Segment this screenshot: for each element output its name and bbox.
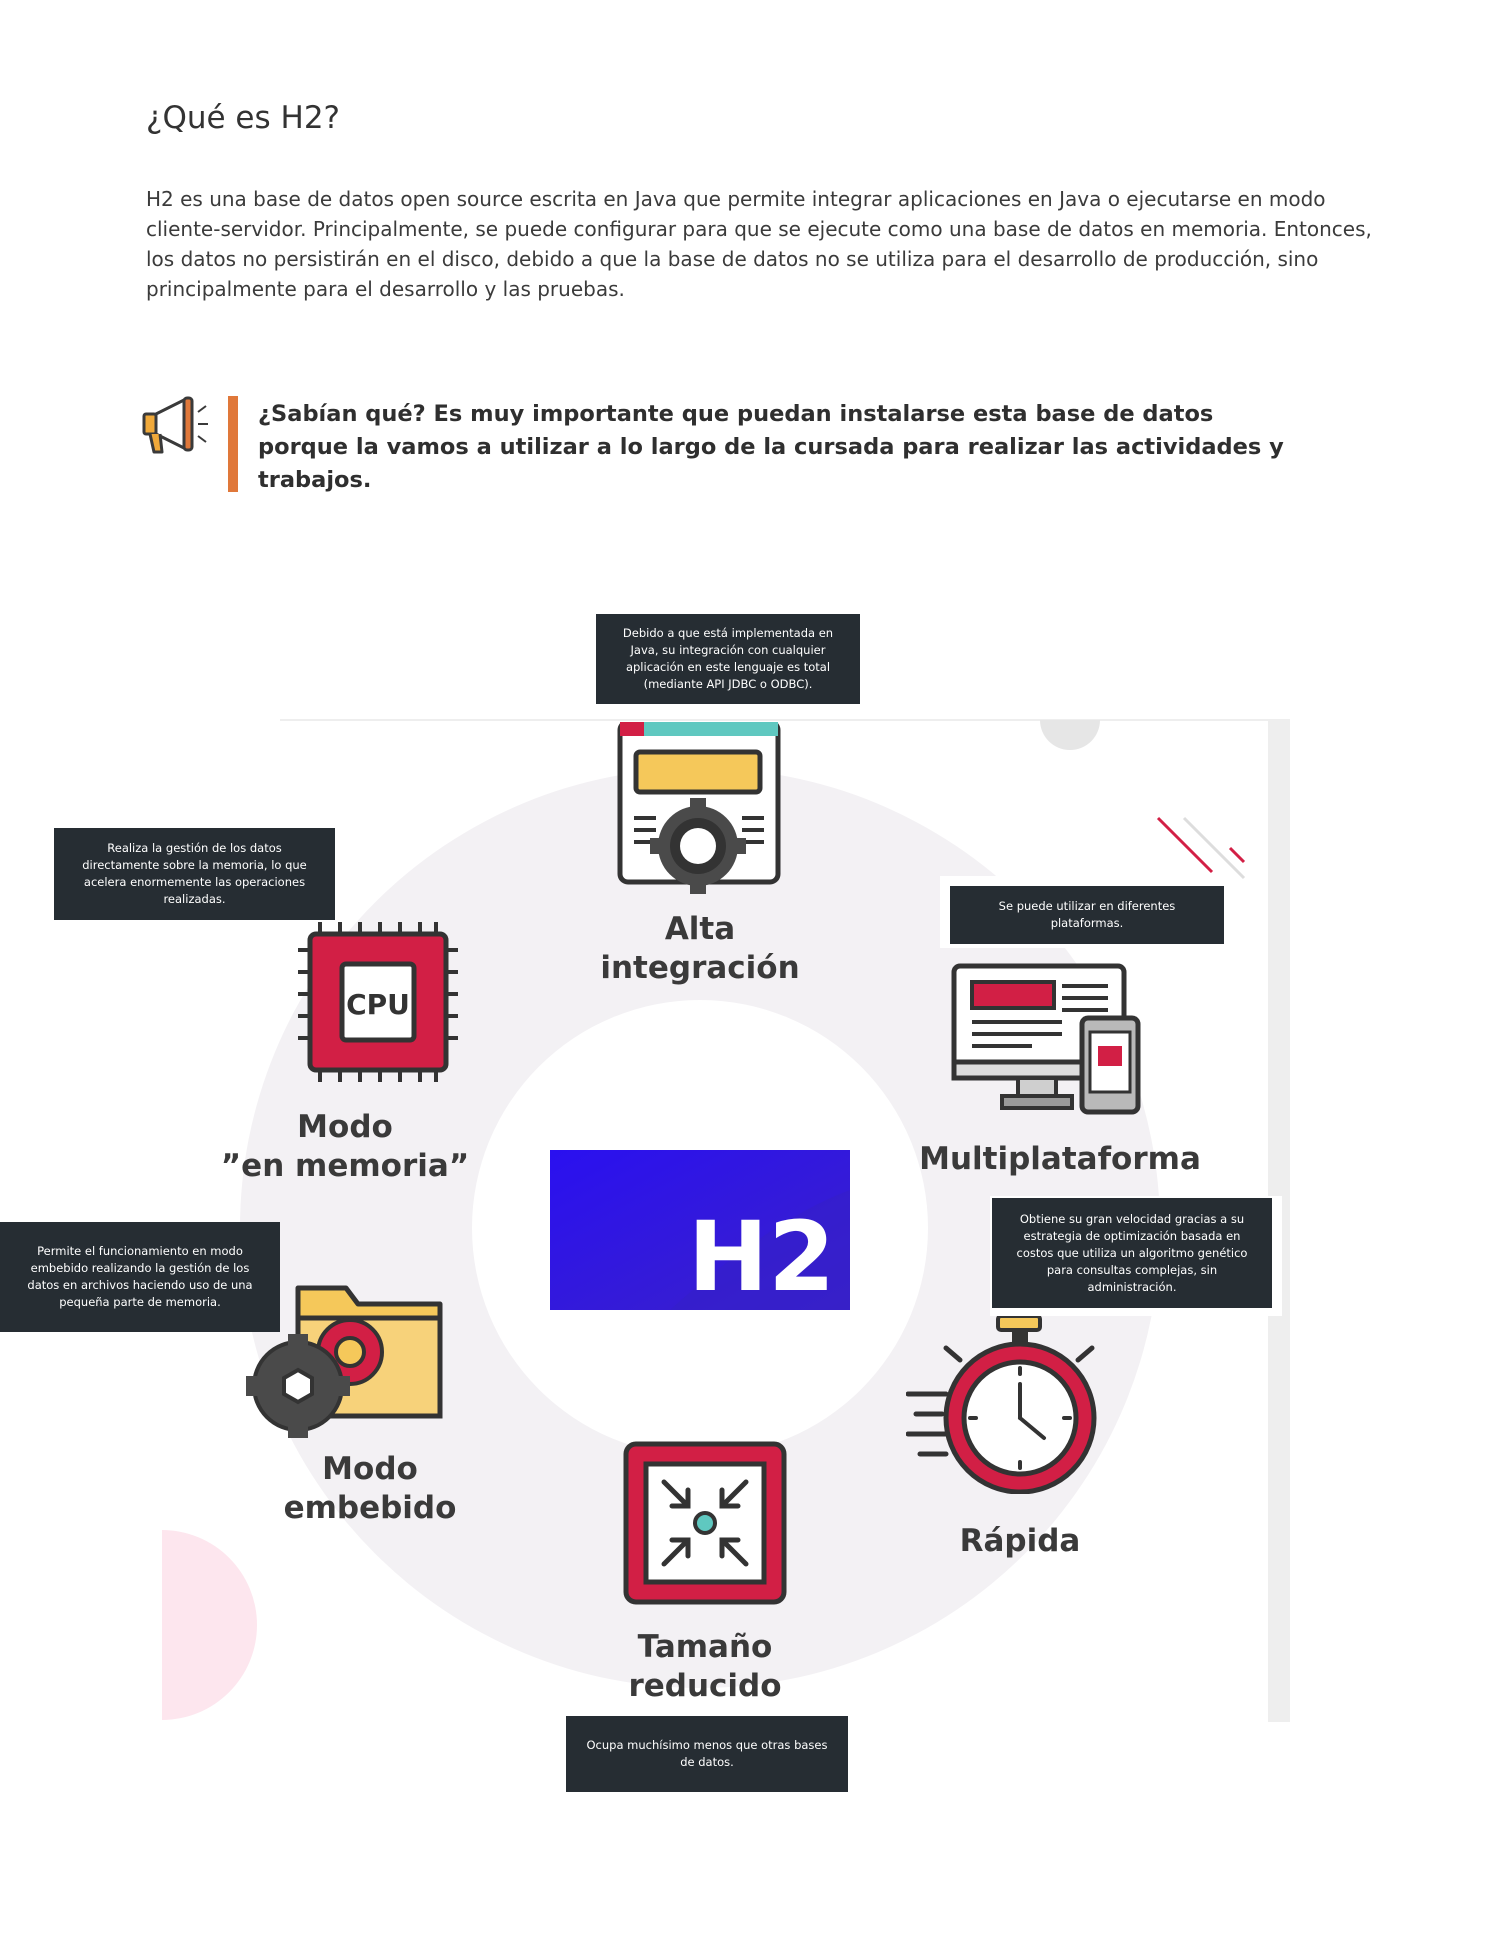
- feature-label-multiplataforma: Multiplataforma: [900, 1140, 1220, 1179]
- feature-label-tamano: Tamaño reducido: [590, 1628, 820, 1706]
- tooltip-alta-integracion: Debido a que está implementada en Java, …: [596, 614, 860, 704]
- feature-label-line: Modo: [322, 1451, 418, 1487]
- feature-label-embebido: Modo embebido: [260, 1450, 480, 1528]
- tooltip-rapida: Obtiene su gran velocidad gracias a su e…: [992, 1198, 1272, 1308]
- feature-label-line: Rápida: [959, 1523, 1081, 1559]
- tooltip-en-memoria: Realiza la gestión de los datos directam…: [54, 828, 335, 920]
- tooltip-tamano: Ocupa muchísimo menos que otras bases de…: [566, 1716, 848, 1792]
- cpu-chip-icon: CPU: [298, 922, 458, 1082]
- devices-icon: [951, 963, 1141, 1115]
- feature-label-line: embebido: [283, 1490, 457, 1526]
- feature-label-line: Modo: [297, 1109, 393, 1145]
- stopwatch-icon: [906, 1314, 1097, 1494]
- feature-label-line: Alta: [664, 911, 736, 947]
- chip-text: CPU: [346, 988, 410, 1021]
- feature-label-rapida: Rápida: [920, 1522, 1120, 1561]
- feature-label-alta-integracion: Alta integración: [580, 910, 820, 988]
- feature-label-line: integración: [600, 950, 800, 986]
- tooltip-embebido: Permite el funcionamiento en modo embebi…: [0, 1222, 280, 1332]
- infographic: H2 Alta integración CPU Modo ”en memoria…: [0, 0, 1504, 1952]
- gear-document-icon: [617, 722, 781, 894]
- feature-label-line: Tamaño: [637, 1629, 773, 1665]
- h2-logo-text: H2: [688, 1201, 835, 1310]
- feature-label-line: Multiplataforma: [919, 1141, 1201, 1177]
- feature-label-line: reducido: [628, 1668, 782, 1704]
- tooltip-multiplataforma: Se puede utilizar en diferentes platafor…: [950, 886, 1224, 944]
- compress-icon: [623, 1441, 787, 1605]
- feature-label-en-memoria: Modo ”en memoria”: [220, 1108, 470, 1186]
- feature-label-line: ”en memoria”: [220, 1148, 470, 1184]
- h2-logo: H2: [550, 1150, 850, 1310]
